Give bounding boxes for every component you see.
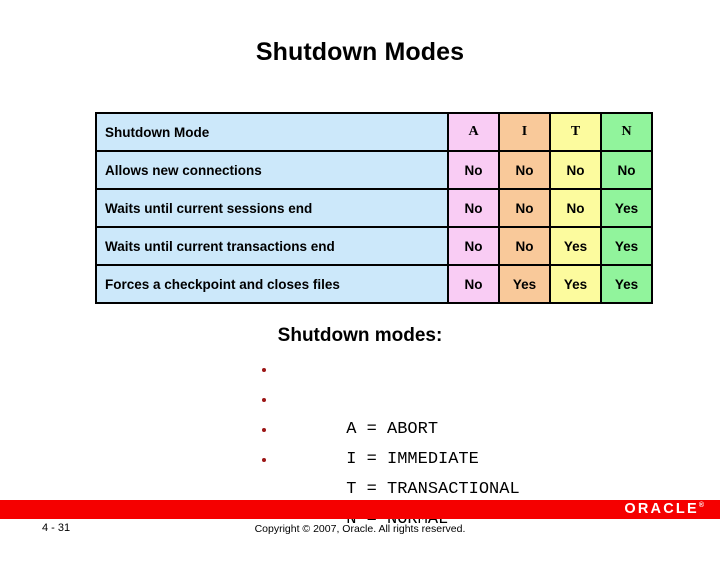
bullet-icon <box>262 428 266 432</box>
row-cell-a: No <box>447 150 500 190</box>
list-item-label: T = TRANSACTIONAL <box>346 480 520 499</box>
row-cell-t: Yes <box>549 226 602 266</box>
modes-list: A = ABORT I = IMMEDIATE T = TRANSACTIONA… <box>255 355 555 529</box>
row-cell-t: No <box>549 150 602 190</box>
footer-bar <box>0 500 720 519</box>
bullet-icon <box>262 398 266 402</box>
table-header-label: Shutdown Mode <box>95 112 449 152</box>
row-cell-a: No <box>447 226 500 266</box>
list-item: A = ABORT <box>255 355 555 439</box>
table-header-col-t: T <box>549 112 602 152</box>
row-cell-i: No <box>498 150 551 190</box>
modes-heading: Shutdown modes: <box>277 325 443 346</box>
table-row: Allows new connections No No No No <box>95 150 653 190</box>
oracle-wordmark: ORACLE <box>624 501 699 517</box>
row-label: Waits until current sessions end <box>95 188 449 228</box>
bullet-icon <box>262 458 266 462</box>
table-row: Forces a checkpoint and closes files No … <box>95 264 653 304</box>
row-cell-n: Yes <box>600 226 653 266</box>
page-title: Shutdown Modes <box>255 38 465 66</box>
table-header-col-i: I <box>498 112 551 152</box>
table-header-col-a: A <box>447 112 500 152</box>
table-row: Waits until current transactions end No … <box>95 226 653 266</box>
row-label: Waits until current transactions end <box>95 226 449 266</box>
row-label: Allows new connections <box>95 150 449 190</box>
row-cell-t: Yes <box>549 264 602 304</box>
registered-trademark-icon: ® <box>698 502 704 510</box>
row-cell-i: Yes <box>498 264 551 304</box>
row-cell-t: No <box>549 188 602 228</box>
list-item: T = TRANSACTIONAL <box>255 415 555 499</box>
list-item: N = NORMAL <box>255 445 555 529</box>
row-cell-i: No <box>498 226 551 266</box>
row-cell-n: No <box>600 150 653 190</box>
row-cell-n: Yes <box>600 264 653 304</box>
row-cell-a: No <box>447 264 500 304</box>
row-cell-a: No <box>447 188 500 228</box>
copyright-notice: Copyright © 2007, Oracle. All rights res… <box>254 523 466 535</box>
row-cell-n: Yes <box>600 188 653 228</box>
row-cell-i: No <box>498 188 551 228</box>
row-label: Forces a checkpoint and closes files <box>95 264 449 304</box>
shutdown-modes-legend: Shutdown modes: A = ABORT I = IMMEDIATE … <box>0 325 720 529</box>
bullet-icon <box>262 368 266 372</box>
list-item: I = IMMEDIATE <box>255 385 555 469</box>
table-header-row: Shutdown Mode A I T N <box>95 112 653 152</box>
shutdown-modes-table: Shutdown Mode A I T N Allows new connect… <box>95 112 653 304</box>
table-row: Waits until current sessions end No No N… <box>95 188 653 228</box>
oracle-logo: ORACLE® <box>624 501 704 517</box>
table-header-col-n: N <box>600 112 653 152</box>
